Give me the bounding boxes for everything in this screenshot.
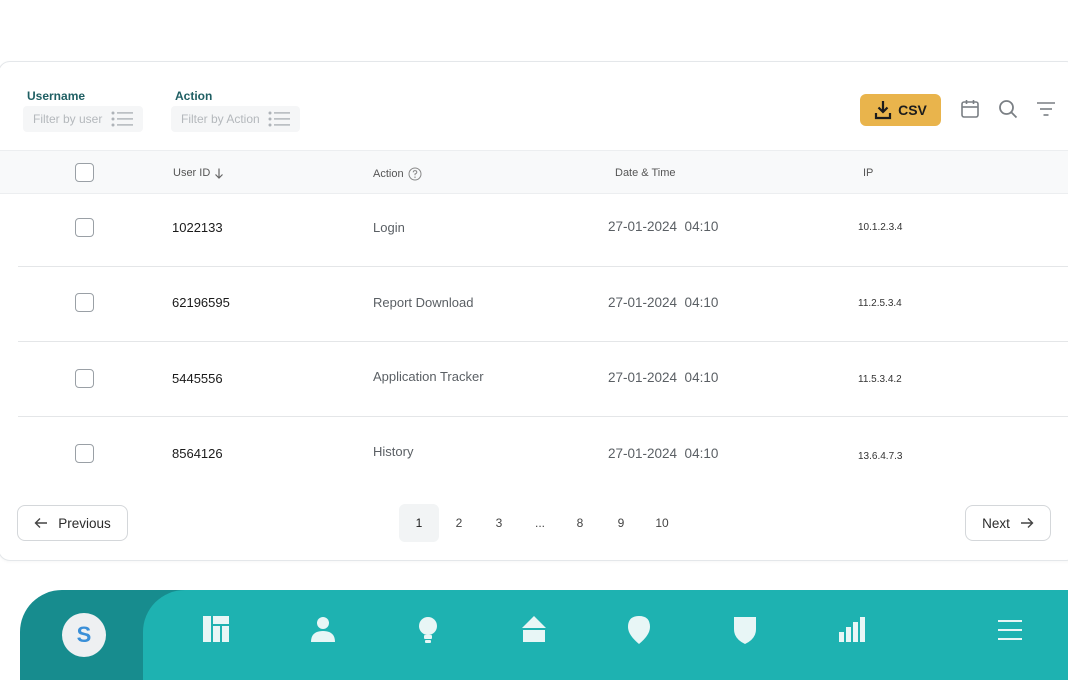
column-datetime: Date & Time bbox=[615, 167, 676, 179]
row-action: Report Download bbox=[373, 295, 474, 310]
avatar[interactable]: S bbox=[62, 613, 106, 657]
search-icon[interactable] bbox=[997, 98, 1019, 120]
table-row: 5445556 Application Tracker 27-01-2024 0… bbox=[18, 342, 1068, 417]
row-action: Application Tracker bbox=[373, 369, 484, 384]
row-ip: 11.2.5.3.4 bbox=[858, 298, 902, 309]
arrow-down-icon bbox=[215, 168, 224, 179]
home-icon[interactable] bbox=[518, 614, 550, 646]
username-filter-input[interactable]: Filter by user bbox=[23, 106, 143, 132]
next-button[interactable]: Next bbox=[965, 505, 1051, 541]
row-user-id: 62196595 bbox=[172, 295, 230, 310]
page-3[interactable]: 3 bbox=[479, 504, 519, 542]
page-10[interactable]: 10 bbox=[642, 504, 682, 542]
bar-chart-icon[interactable] bbox=[835, 614, 867, 646]
page-9[interactable]: 9 bbox=[601, 504, 641, 542]
action-filter-input[interactable]: Filter by Action bbox=[171, 106, 300, 132]
row-ip: 10.1.2.3.4 bbox=[858, 222, 903, 233]
csv-export-button[interactable]: CSV bbox=[860, 94, 941, 126]
dashboard-icon[interactable] bbox=[201, 614, 233, 646]
menu-icon[interactable] bbox=[994, 614, 1026, 646]
table-row: 8564126 History 27-01-2024 04:10 13.6.4.… bbox=[18, 417, 1068, 492]
column-user-id-label: User ID bbox=[173, 167, 211, 179]
row-ip: 11.5.3.4.2 bbox=[858, 374, 902, 385]
lightbulb-icon[interactable] bbox=[412, 614, 444, 646]
column-datetime-label: Date & Time bbox=[615, 167, 676, 179]
row-checkbox[interactable] bbox=[75, 218, 94, 237]
column-ip-label: IP bbox=[863, 167, 874, 179]
page-ellipsis: ... bbox=[534, 516, 545, 530]
row-action: Login bbox=[373, 220, 405, 235]
location-pin-icon[interactable] bbox=[623, 614, 655, 646]
list-icon bbox=[268, 111, 290, 127]
page-1[interactable]: 1 bbox=[399, 504, 439, 542]
page-2[interactable]: 2 bbox=[439, 504, 479, 542]
nav-icons-area bbox=[143, 590, 1068, 680]
row-user-id: 8564126 bbox=[172, 446, 223, 461]
calendar-icon[interactable] bbox=[959, 98, 981, 120]
next-label: Next bbox=[982, 515, 1010, 531]
shield-icon[interactable] bbox=[729, 614, 761, 646]
row-datetime: 27-01-2024 04:10 bbox=[608, 446, 719, 461]
previous-button[interactable]: Previous bbox=[17, 505, 128, 541]
row-action: History bbox=[373, 444, 414, 459]
csv-label: CSV bbox=[898, 102, 927, 118]
row-ip: 13.6.4.7.3 bbox=[858, 451, 903, 462]
column-ip: IP bbox=[863, 167, 873, 179]
arrow-right-icon bbox=[1020, 518, 1034, 528]
column-user-id[interactable]: User ID bbox=[173, 167, 224, 179]
column-action-label: Action bbox=[373, 168, 404, 180]
list-icon bbox=[111, 111, 133, 127]
table-row: 62196595 Report Download 27-01-2024 04:1… bbox=[18, 267, 1068, 342]
action-filter-placeholder: Filter by Action bbox=[181, 112, 260, 126]
action-filter-label: Action bbox=[175, 89, 213, 103]
row-user-id: 1022133 bbox=[172, 220, 223, 235]
help-icon[interactable] bbox=[408, 167, 422, 181]
arrow-left-icon bbox=[34, 518, 48, 528]
row-datetime: 27-01-2024 04:10 bbox=[608, 295, 719, 310]
filter-icon[interactable] bbox=[1035, 98, 1057, 120]
row-user-id: 5445556 bbox=[172, 371, 223, 386]
row-datetime: 27-01-2024 04:10 bbox=[608, 219, 719, 234]
username-filter-placeholder: Filter by user bbox=[33, 112, 103, 126]
username-filter-label: Username bbox=[27, 89, 86, 103]
row-checkbox[interactable] bbox=[75, 444, 94, 463]
user-icon[interactable] bbox=[307, 614, 339, 646]
select-all-checkbox[interactable] bbox=[75, 163, 94, 182]
row-checkbox[interactable] bbox=[75, 293, 94, 312]
download-icon bbox=[874, 101, 892, 120]
row-checkbox[interactable] bbox=[75, 369, 94, 388]
page-8[interactable]: 8 bbox=[560, 504, 600, 542]
table-row: 1022133 Login 27-01-2024 04:10 10.1.2.3.… bbox=[18, 192, 1068, 267]
bottom-nav: S bbox=[0, 590, 1068, 680]
table-header: User ID Action Date & Time IP bbox=[0, 150, 1068, 194]
row-datetime: 27-01-2024 04:10 bbox=[608, 370, 719, 385]
previous-label: Previous bbox=[58, 515, 111, 531]
column-action: Action bbox=[373, 167, 422, 181]
